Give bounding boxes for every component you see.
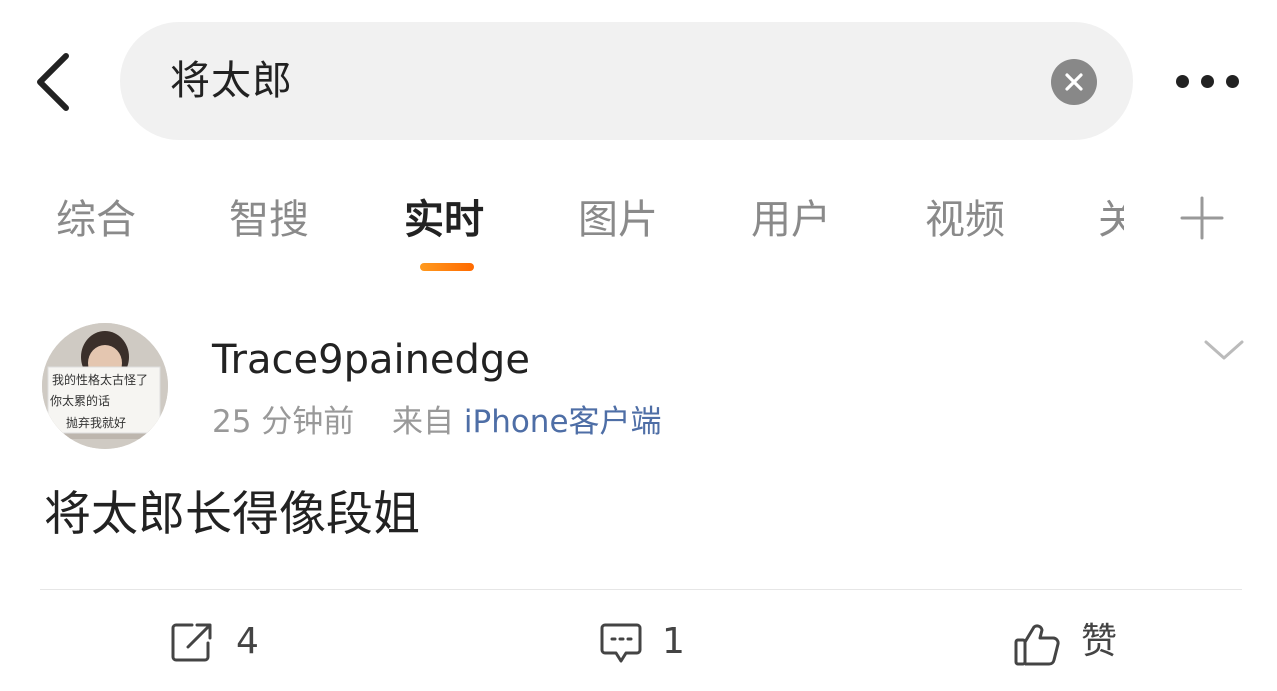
dot-icon (1226, 75, 1239, 88)
comment-icon (600, 623, 642, 663)
thumbs-up-icon (1014, 624, 1060, 666)
post-meta: 25 分钟前 来自 iPhone客户端 (212, 400, 662, 444)
post-author-name[interactable]: Trace9painedge (212, 334, 530, 386)
tab-images[interactable]: 图片 (578, 192, 658, 248)
repost-button[interactable]: 4 (170, 612, 270, 672)
dot-icon (1176, 75, 1189, 88)
tab-truncated[interactable]: 关 (1098, 192, 1124, 248)
svg-text:我的性格太古怪了: 我的性格太古怪了 (52, 372, 148, 387)
chevron-left-icon (37, 53, 69, 111)
active-tab-indicator (420, 263, 474, 271)
chevron-down-icon (1204, 340, 1244, 360)
tab-overflow-clip: 关 (1098, 192, 1124, 248)
post-source-link[interactable]: iPhone客户端 (464, 404, 662, 440)
svg-text:你太累的话: 你太累的话 (50, 393, 110, 408)
divider (40, 589, 1242, 590)
search-bar[interactable]: 将太郎 (120, 22, 1133, 140)
tab-comprehensive[interactable]: 综合 (56, 192, 136, 248)
close-icon (1065, 73, 1083, 91)
post-time: 25 分钟前 (212, 404, 355, 440)
share-icon (171, 623, 212, 662)
avatar-photo-icon: 我的性格太古怪了 你太累的话 抛弃我就好 (42, 323, 168, 449)
back-button[interactable] (30, 50, 80, 114)
repost-count: 4 (236, 621, 259, 662)
like-button[interactable]: 赞 (1013, 612, 1123, 672)
like-label: 赞 (1081, 621, 1118, 662)
comment-count: 1 (662, 621, 685, 662)
post-menu-button[interactable] (1202, 334, 1246, 366)
svg-text:抛弃我就好: 抛弃我就好 (66, 415, 126, 430)
search-results-page: 将太郎 综合 智搜 实时 图片 用户 视频 关 我的性格太古怪了 你太累的话 抛… (0, 0, 1277, 691)
avatar[interactable]: 我的性格太古怪了 你太累的话 抛弃我就好 (42, 323, 168, 449)
plus-icon (1180, 196, 1224, 240)
post-content: 将太郎长得像段姐 (44, 487, 420, 542)
tab-smart-search[interactable]: 智搜 (229, 192, 309, 248)
more-options-button[interactable] (1172, 64, 1244, 100)
add-tab-button[interactable] (1180, 196, 1224, 240)
tab-realtime[interactable]: 实时 (404, 192, 484, 248)
dot-icon (1201, 75, 1214, 88)
comment-button[interactable]: 1 (599, 612, 689, 672)
search-input[interactable]: 将太郎 (170, 22, 293, 140)
tab-users[interactable]: 用户 (751, 192, 831, 248)
clear-search-button[interactable] (1051, 59, 1097, 105)
tab-videos[interactable]: 视频 (925, 192, 1005, 248)
post-source-prefix: 来自 (392, 404, 455, 440)
